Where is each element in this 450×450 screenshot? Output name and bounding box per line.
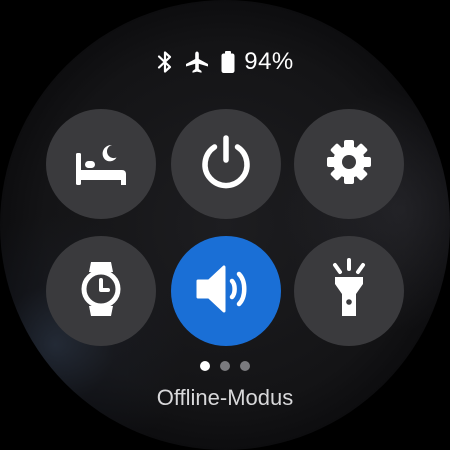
flashlight-button[interactable] <box>294 236 404 346</box>
speaker-icon <box>194 260 258 323</box>
mode-label: Offline-Modus <box>156 385 294 410</box>
battery-icon <box>220 50 236 74</box>
watch-only-button[interactable] <box>46 236 156 346</box>
bedtime-mode-button[interactable] <box>46 109 156 219</box>
sound-button[interactable] <box>171 236 281 346</box>
page-dot-2[interactable] <box>220 361 230 371</box>
bed-moon-icon <box>68 129 134 200</box>
battery-percent: 94% <box>244 48 294 75</box>
watch-icon <box>76 258 126 325</box>
airplane-icon <box>184 50 210 74</box>
flashlight-icon <box>325 257 373 325</box>
settings-button[interactable] <box>294 109 404 219</box>
power-button[interactable] <box>171 109 281 219</box>
page-indicator <box>0 361 450 371</box>
page-dot-3[interactable] <box>240 361 250 371</box>
power-icon <box>194 130 258 199</box>
page-dot-1[interactable] <box>200 361 210 371</box>
watch-face: 94% Offline-Modus <box>0 0 450 450</box>
bluetooth-icon <box>156 50 174 74</box>
status-bar: 94% <box>0 47 450 77</box>
gear-icon <box>322 135 376 194</box>
